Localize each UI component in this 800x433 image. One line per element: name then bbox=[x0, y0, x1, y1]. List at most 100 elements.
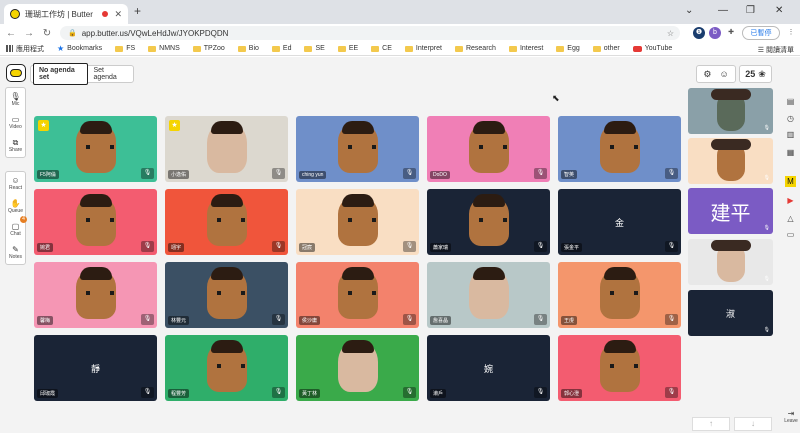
tool-notes[interactable]: ✎ Notes bbox=[6, 241, 25, 264]
butter-logo[interactable] bbox=[6, 64, 26, 82]
bookmark-label: YouTube bbox=[644, 45, 673, 52]
reading-list-button[interactable]: ☰ 閱讀清單 bbox=[758, 45, 794, 55]
forward-icon[interactable]: → bbox=[22, 28, 36, 39]
restore-icon[interactable]: ❐ bbox=[746, 5, 755, 16]
close-window-icon[interactable]: ✕ bbox=[775, 5, 783, 16]
folder-icon bbox=[556, 45, 565, 52]
set-agenda-tab[interactable]: Set agenda bbox=[88, 64, 131, 84]
tab-search-icon[interactable]: ⌄ bbox=[685, 5, 693, 16]
page-up-button[interactable]: ↑ bbox=[692, 417, 730, 431]
participant-avatar bbox=[337, 194, 378, 246]
page-down-button[interactable]: ↓ bbox=[734, 417, 772, 431]
tool-label: Notes bbox=[8, 254, 23, 260]
url-text: app.butter.us/VQwLeHdJw/JYOKPDQDN bbox=[81, 28, 229, 38]
extension-icon[interactable]: ❶ bbox=[693, 27, 705, 39]
grid-icon[interactable]: ▦ bbox=[785, 147, 796, 158]
participant-tile[interactable]: 冠宸 🎙 bbox=[296, 189, 419, 255]
participant-tile[interactable]: ★ 小逸佑 🎙 bbox=[165, 116, 288, 182]
side-participant-tile[interactable]: 🎙 bbox=[688, 239, 773, 285]
bookmark-item[interactable]: ★ Bookmarks bbox=[57, 44, 102, 53]
back-icon[interactable]: ← bbox=[4, 28, 18, 39]
participant-avatar bbox=[206, 194, 247, 246]
side-participant-tile[interactable]: 淑 🎙 bbox=[688, 290, 773, 336]
participant-tile[interactable]: 婉瀨戶 🎙 bbox=[427, 335, 550, 401]
leave-button[interactable]: ⇥ Leave bbox=[783, 409, 799, 424]
participants-counter[interactable]: 25 ❀ bbox=[739, 65, 772, 83]
side-participant-tile[interactable]: 🎙 bbox=[688, 88, 773, 134]
bookmark-item[interactable]: 應用程式 bbox=[6, 44, 44, 54]
bookmark-item[interactable]: Research bbox=[454, 45, 496, 52]
bookmark-item[interactable]: Interest bbox=[508, 45, 543, 52]
bookmark-item[interactable]: Bio bbox=[237, 45, 259, 52]
participant-name: 王虔 bbox=[561, 316, 578, 325]
tool-react[interactable]: ☺ React bbox=[6, 172, 25, 195]
folder-icon bbox=[237, 45, 246, 52]
participant-tile[interactable]: 翊宇 🎙 bbox=[165, 189, 288, 255]
participant-tile[interactable]: 靜邱琡霞 🎙 bbox=[34, 335, 157, 401]
profile-button[interactable]: 已暫停 bbox=[742, 26, 780, 40]
side-participant-tile[interactable]: 建平 🎙 bbox=[688, 188, 773, 234]
clipboard-icon[interactable]: ▤ bbox=[785, 96, 796, 107]
bookmark-item[interactable]: Interpret bbox=[404, 45, 442, 52]
bookmark-item[interactable]: TPZoo bbox=[192, 45, 225, 52]
bookmark-item[interactable]: EE bbox=[337, 45, 359, 52]
new-tab-button[interactable]: + bbox=[134, 4, 141, 18]
participant-tile[interactable]: 馨梅 🎙 bbox=[34, 262, 157, 328]
participant-tile[interactable]: 王虔 🎙 bbox=[558, 262, 681, 328]
participant-tile[interactable]: 蕭家瑞 🎙 bbox=[427, 189, 550, 255]
bookmark-item[interactable]: other bbox=[592, 45, 620, 52]
tool-mic[interactable]: 🎙 Mic bbox=[6, 88, 25, 111]
tool-chat[interactable]: ▢ Chat 4 bbox=[6, 216, 27, 241]
participant-tile[interactable]: 黃丁林 🎙 bbox=[296, 335, 419, 401]
miro-icon[interactable]: M bbox=[785, 176, 796, 187]
bookmark-item[interactable]: FS bbox=[115, 45, 135, 52]
chart-icon[interactable]: ▥ bbox=[785, 129, 796, 140]
drive-icon[interactable]: △ bbox=[785, 213, 796, 224]
participant-name: 張金平 bbox=[561, 243, 583, 252]
leave-label: Leave bbox=[784, 418, 798, 424]
participant-tile[interactable]: 侯沙庸 🎙 bbox=[296, 262, 419, 328]
caption-icon[interactable]: ▭ bbox=[785, 229, 796, 240]
menu-kebab-icon[interactable]: ⋮ bbox=[785, 27, 797, 39]
bookmark-star-icon[interactable]: ☆ bbox=[667, 29, 674, 38]
participant-tile[interactable]: 詹喜晶 🎙 bbox=[427, 262, 550, 328]
minimize-icon[interactable]: — bbox=[718, 5, 728, 16]
participant-tile[interactable]: 智英 🎙 bbox=[558, 116, 681, 182]
participant-avatar bbox=[468, 121, 509, 173]
side-participant-tile[interactable]: 🎙 bbox=[688, 138, 773, 184]
bookmark-label: EE bbox=[348, 45, 359, 52]
participant-tile[interactable]: ★ F5阿倫 🎙 bbox=[34, 116, 157, 182]
participant-tile[interactable]: 林豐元 🎙 bbox=[165, 262, 288, 328]
youtube-icon[interactable]: ▶ bbox=[785, 195, 796, 206]
tool-share[interactable]: ⧉ Share bbox=[6, 134, 25, 157]
gear-icon[interactable]: ⚙ bbox=[703, 69, 711, 80]
person-icon[interactable]: ☺ bbox=[719, 69, 728, 79]
participant-tile[interactable]: ching yun 🎙 bbox=[296, 116, 419, 182]
no-agenda-tab[interactable]: No agenda set bbox=[33, 63, 89, 85]
bookmark-item[interactable]: SE bbox=[304, 45, 325, 52]
reload-icon[interactable]: ↻ bbox=[40, 28, 54, 39]
bookmark-item[interactable]: NMNS bbox=[148, 45, 180, 52]
address-bar[interactable]: 🔒 app.butter.us/VQwLeHdJw/JYOKPDQDN ☆ bbox=[60, 26, 680, 40]
folder-icon bbox=[304, 45, 313, 52]
participant-tile[interactable]: 金張金平 🎙 bbox=[558, 189, 681, 255]
participant-tile[interactable]: 婉君 🎙 bbox=[34, 189, 157, 255]
bookmark-item[interactable]: Ed bbox=[271, 45, 291, 52]
bookmark-item[interactable]: YouTube bbox=[632, 45, 673, 52]
participant-count: 25 bbox=[745, 69, 756, 79]
tool-label: Mic bbox=[11, 101, 20, 107]
participant-tile[interactable]: 郭心澄 🎙 bbox=[558, 335, 681, 401]
browser-tab[interactable]: 珊瑚工作坊 | Butter ✕ bbox=[4, 4, 128, 24]
mic-muted-icon: 🎙 bbox=[403, 241, 416, 252]
speedometer-icon[interactable]: ◷ bbox=[785, 113, 796, 124]
tool-video[interactable]: ▭ Video bbox=[6, 111, 25, 134]
bookmark-item[interactable]: Egg bbox=[556, 45, 580, 52]
participant-tile[interactable]: 程豐芳 🎙 bbox=[165, 335, 288, 401]
extensions-puzzle-icon[interactable]: ✚ bbox=[725, 27, 737, 39]
participant-tile[interactable]: DoDO 🎙 bbox=[427, 116, 550, 182]
close-tab-icon[interactable]: ✕ bbox=[114, 9, 122, 20]
tool-queue[interactable]: ✋ Queue bbox=[6, 195, 25, 218]
bookmark-item[interactable]: CE bbox=[371, 45, 392, 52]
extension-icon[interactable]: b bbox=[709, 27, 721, 39]
mic-muted-icon: 🎙 bbox=[534, 387, 547, 398]
